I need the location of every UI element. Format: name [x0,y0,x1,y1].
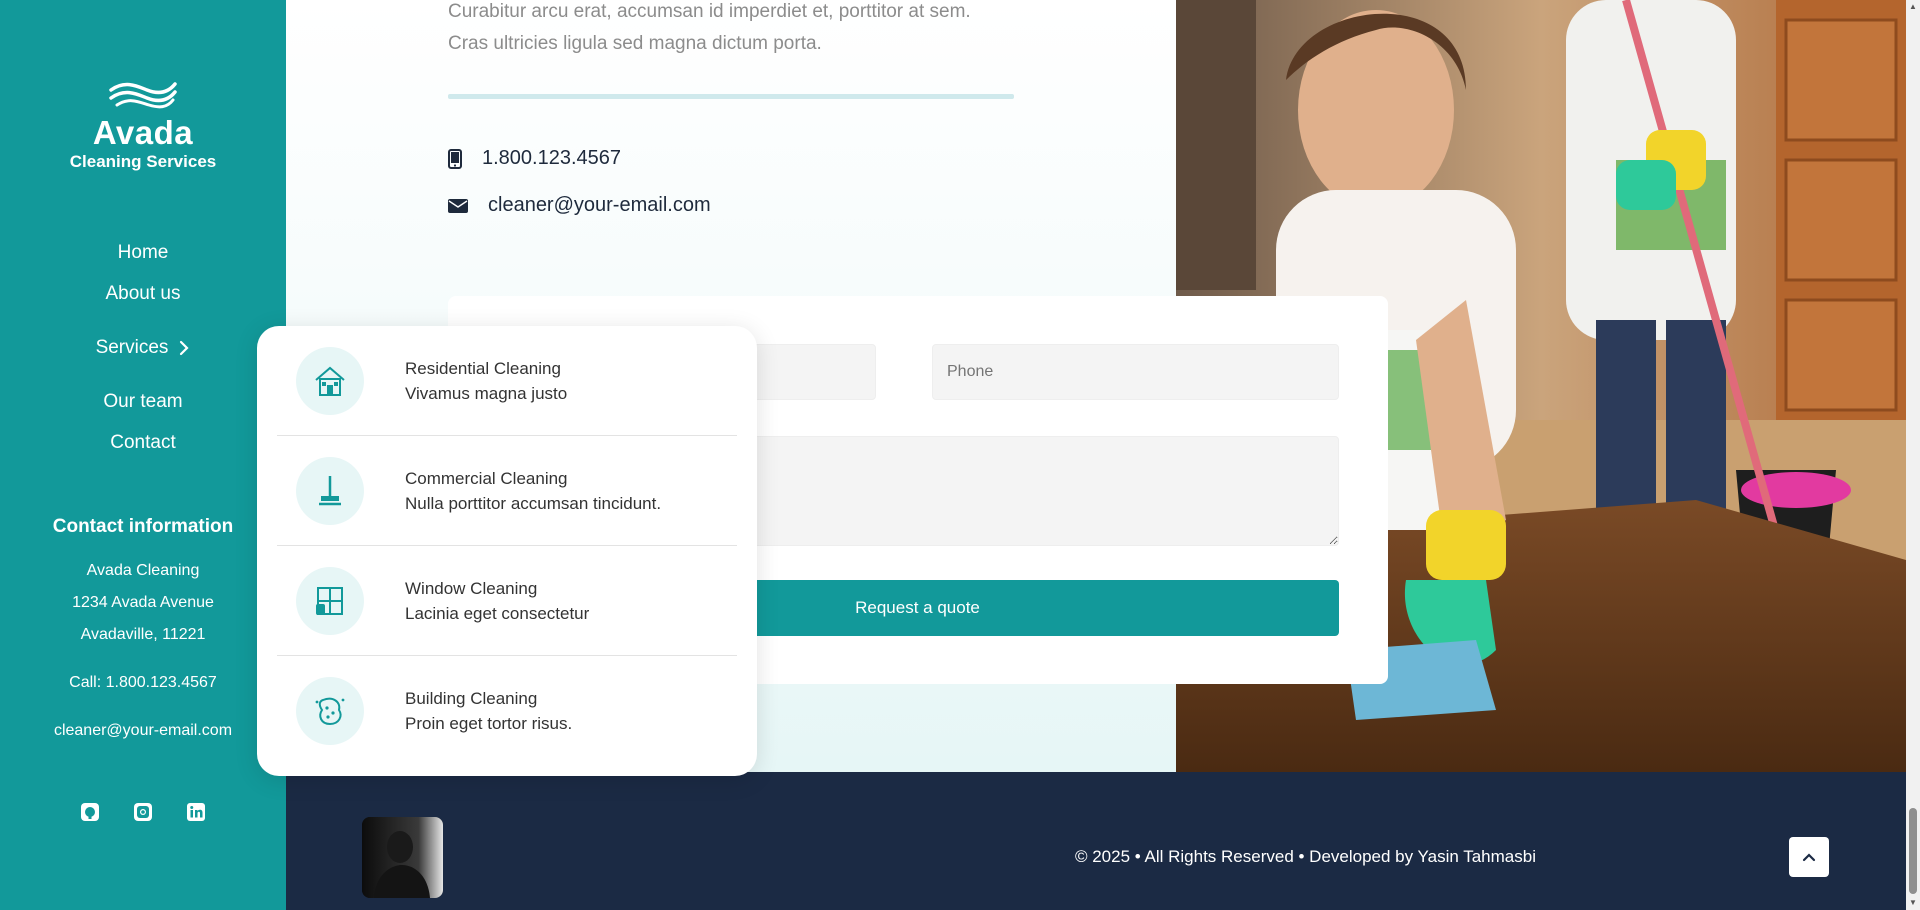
footer: © 2025 • All Rights Reserved • Developed… [286,772,1906,910]
instagram-icon[interactable] [133,802,153,822]
contact-information: Contact information Avada Cleaning 1234 … [0,516,286,742]
service-item-text: Building Cleaning Proin eget tortor risu… [405,686,572,736]
phone-contact[interactable]: 1.800.123.4567 [448,147,621,170]
contact-email[interactable]: cleaner@your-email.com [0,720,286,742]
service-item-commercial[interactable]: Commercial Cleaning Nulla porttitor accu… [277,436,737,546]
main-nav: Home About us Services Our team Contact [0,236,286,454]
nav-item-services-label: Services [95,337,169,358]
page-scrollbar[interactable]: ▲ ▼ [1906,0,1920,910]
intro-text: Curabitur arcu erat, accumsan id imperdi… [448,0,1048,60]
chevron-right-icon [180,340,189,356]
sidebar: Avada Cleaning Services Home About us Se… [0,0,286,910]
chevron-up-icon [1802,853,1816,862]
service-item-window[interactable]: Window Cleaning Lacinia eget consectetur [277,546,737,656]
contact-company: Avada Cleaning [86,562,200,579]
wave-logo-icon [109,82,177,109]
mop-icon [296,456,364,525]
service-item-building[interactable]: Building Cleaning Proin eget tortor risu… [277,656,737,766]
intro-line-1: Curabitur arcu erat, accumsan id imperdi… [448,1,971,22]
service-title: Building Cleaning [405,689,538,708]
service-item-residential[interactable]: Residential Cleaning Vivamus magna justo [277,326,737,436]
nav-item-services[interactable]: Services [0,337,286,359]
contact-city: Avadaville, 11221 [80,626,206,643]
contact-street: 1234 Avada Avenue [72,594,214,611]
scroll-thumb[interactable] [1909,808,1917,894]
back-to-top-button[interactable] [1789,837,1829,877]
service-item-text: Window Cleaning Lacinia eget consectetur [405,576,589,626]
phone-number: 1.800.123.4567 [482,147,622,169]
mobile-phone-icon [448,148,462,169]
logo[interactable]: Avada Cleaning Services [0,80,286,172]
service-title: Commercial Cleaning [405,468,568,488]
github-icon[interactable] [80,802,100,822]
intro-line-2: Cras ultricies ligula sed magna dictum p… [448,33,822,54]
scroll-down-arrow[interactable]: ▼ [1908,898,1918,908]
contact-call[interactable]: Call: 1.800.123.4567 [0,672,286,694]
service-item-text: Residential Cleaning Vivamus magna justo [405,356,567,406]
envelope-icon [448,198,468,213]
window-icon [296,566,364,635]
phone-field[interactable] [932,344,1339,400]
scroll-up-arrow[interactable]: ▲ [1908,2,1918,12]
copyright-text: © 2025 • All Rights Reserved • Developed… [1074,847,1536,866]
service-desc: Proin eget tortor risus. [405,714,573,733]
email-contact[interactable]: cleaner@your-email.com [448,194,711,217]
contact-info-title: Contact information [52,516,234,537]
nav-item-about[interactable]: About us [0,283,286,305]
logo-name: Avada [92,114,194,151]
nav-item-home[interactable]: Home [0,242,286,264]
email-address: cleaner@your-email.com [488,194,711,216]
linkedin-icon[interactable] [186,802,206,822]
service-desc: Nulla porttitor accumsan tincidunt. [405,493,662,513]
service-title: Residential Cleaning [405,358,561,378]
service-title: Window Cleaning [405,578,538,598]
section-divider [448,94,1014,99]
social-links [0,802,286,822]
logo-subtitle: Cleaning Services [69,152,217,171]
sponge-icon [296,677,364,745]
service-desc: Vivamus magna justo [405,383,568,403]
nav-item-contact[interactable]: Contact [0,432,286,454]
service-item-text: Commercial Cleaning Nulla porttitor accu… [405,466,661,516]
house-icon [296,346,364,415]
service-desc: Lacinia eget consectetur [405,603,590,623]
services-dropdown: Residential Cleaning Vivamus magna justo… [257,326,757,776]
nav-item-team[interactable]: Our team [0,391,286,413]
